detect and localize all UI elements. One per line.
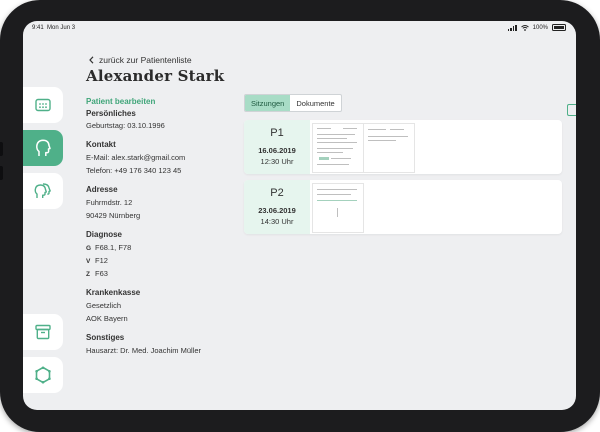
diagnosis-row: G F68.1, F78 <box>86 243 132 252</box>
session-card[interactable]: P2 23.06.2019 14:30 Uhr <box>244 180 562 234</box>
battery-icon <box>552 24 566 31</box>
volume-button <box>0 142 3 156</box>
document-thumbnail[interactable] <box>312 123 364 173</box>
archive-box-icon <box>35 324 51 340</box>
section-title-address: Adresse <box>86 185 118 194</box>
sidebar <box>23 21 63 410</box>
tab-documents[interactable]: Dokumente <box>290 95 340 111</box>
sidebar-item-app-logo[interactable] <box>23 357 63 393</box>
screen: 9:41 Mon Jun 3 100% zurück zur Patienten… <box>23 21 576 410</box>
session-code: P1 <box>270 127 284 139</box>
back-to-patient-list-link[interactable]: zurück zur Patientenliste <box>89 55 192 65</box>
chevron-left-icon <box>89 56 94 64</box>
city-text: 90429 Nürnberg <box>86 211 141 220</box>
head-profile-icon <box>36 139 51 156</box>
status-bar: 9:41 Mon Jun 3 100% <box>23 21 576 35</box>
hexagon-logo-icon <box>35 366 51 384</box>
session-time: 12:30 Uhr <box>260 157 294 166</box>
phone-text: Telefon: +49 176 340 123 45 <box>86 166 182 175</box>
insurance-provider-text: AOK Bayern <box>86 314 128 323</box>
session-date: 16.06.2019 <box>258 146 296 155</box>
document-thumbnail[interactable] <box>312 183 364 233</box>
diagnosis-row: Z F63 <box>86 269 108 278</box>
family-doctor-text: Hausarzt: Dr. Med. Joachim Müller <box>86 346 202 355</box>
section-title-insurance: Krankenkasse <box>86 288 141 297</box>
patient-name: Alexander Stark <box>86 67 225 85</box>
session-time: 14:30 Uhr <box>260 217 294 226</box>
insurance-type-text: Gesetzlich <box>86 301 122 310</box>
back-label: zurück zur Patientenliste <box>99 55 192 65</box>
diagnosis-row: V F12 <box>86 256 108 265</box>
section-title-personal: Persönliches <box>86 109 136 118</box>
battery-percent: 100% <box>532 24 548 31</box>
tablet-frame: 9:41 Mon Jun 3 100% zurück zur Patienten… <box>0 0 600 432</box>
volume-button <box>0 166 3 180</box>
session-code: P2 <box>270 187 284 199</box>
sidebar-item-archive[interactable] <box>23 314 63 350</box>
people-icon <box>34 183 51 198</box>
sidebar-item-calendar[interactable] <box>23 87 63 123</box>
street-text: Fuhrmdstr. 12 <box>86 198 133 207</box>
calendar-icon <box>35 98 51 112</box>
signal-icon <box>508 24 517 31</box>
email-text: E-Mail: alex.stark@gmail.com <box>86 153 186 162</box>
tab-bar: Sitzungen Dokumente <box>244 94 342 112</box>
patient-info-panel: Patient bearbeiten Persönliches Geburtst… <box>86 97 236 355</box>
session-card[interactable]: P1 16.06.2019 12:30 Uhr <box>244 120 562 174</box>
sidebar-item-patients[interactable] <box>23 173 63 209</box>
sidebar-item-patient[interactable] <box>23 130 63 166</box>
section-title-contact: Kontakt <box>86 140 116 149</box>
session-date: 23.06.2019 <box>258 206 296 215</box>
wifi-icon <box>520 24 529 31</box>
edit-patient-link[interactable]: Patient bearbeiten <box>86 97 236 106</box>
section-title-other: Sonstiges <box>86 333 125 342</box>
tab-sessions[interactable]: Sitzungen <box>245 95 291 111</box>
document-thumbnail[interactable] <box>363 123 415 173</box>
section-title-diagnosis: Diagnose <box>86 230 123 239</box>
side-panel-handle-icon[interactable] <box>567 104 576 116</box>
birthday-text: Geburtstag: 03.10.1996 <box>86 121 165 130</box>
